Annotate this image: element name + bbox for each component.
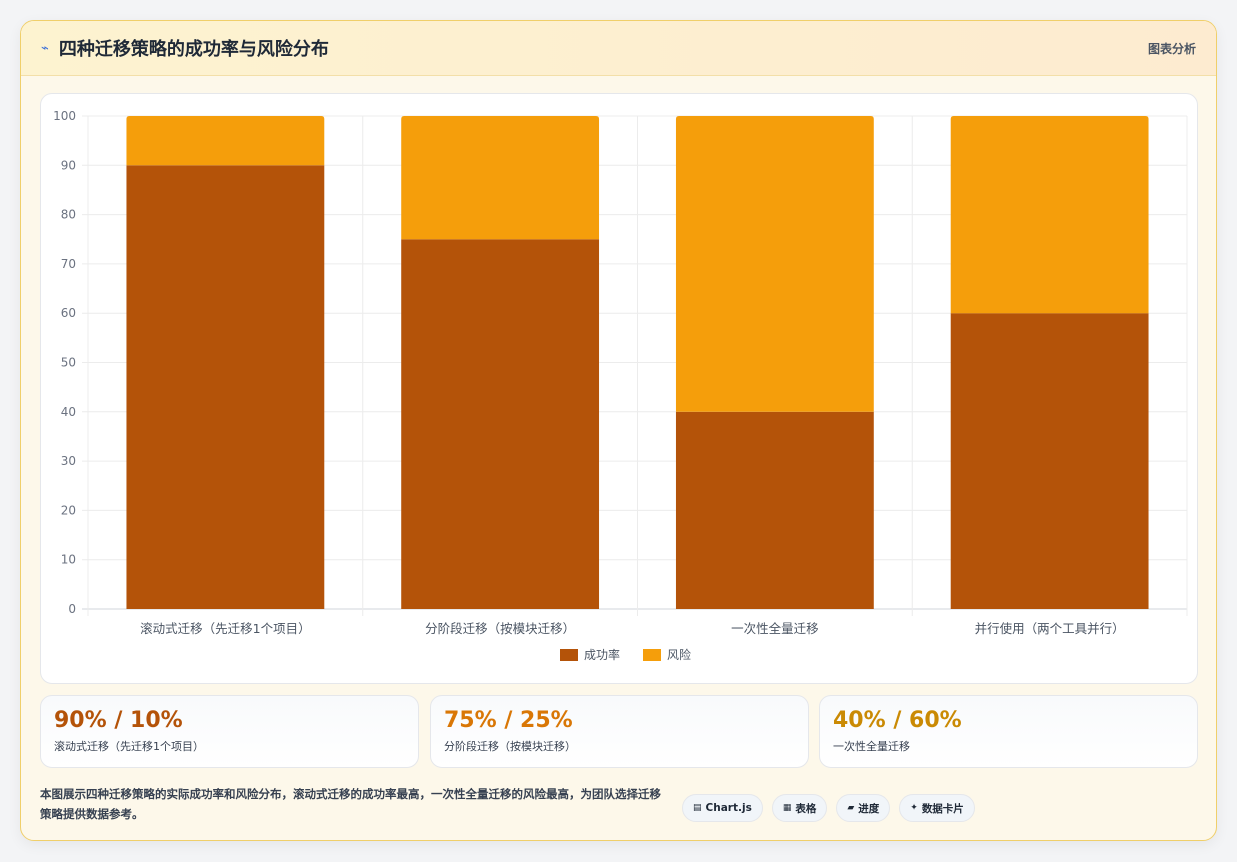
- bar-segment-risk: [126, 116, 325, 166]
- bar-segment-success: [126, 165, 325, 610]
- y-tick-label: 10: [61, 553, 76, 567]
- legend-label: 成功率: [584, 647, 620, 662]
- chip-label: Chart.js: [705, 802, 752, 814]
- x-tick-label: 滚动式迁移（先迁移1个项目）: [140, 621, 310, 636]
- stat-value: 90% / 10%: [54, 708, 183, 733]
- bar-segment-success: [401, 239, 600, 609]
- stat-value: 75% / 25%: [444, 708, 573, 733]
- legend-swatch: [560, 649, 578, 661]
- bar-segment-success: [950, 313, 1149, 609]
- header-tag: 图表分析: [1147, 41, 1196, 56]
- chip-chartjs[interactable]: ▤ Chart.js: [682, 794, 763, 822]
- y-tick-label: 50: [61, 356, 76, 370]
- chip-table[interactable]: ▦ 表格: [771, 794, 828, 822]
- y-tick-label: 40: [61, 405, 76, 419]
- y-tick-label: 100: [53, 109, 76, 123]
- chart-card: ⌁ 四种迁移策略的成功率与风险分布 图表分析 0 10 20 30 40 50 60 70 80…: [20, 20, 1217, 841]
- chip-label: 进度: [858, 802, 880, 815]
- chip-label: 表格: [795, 802, 817, 815]
- y-tick-label: 90: [61, 158, 76, 172]
- chart-icon: ▤: [693, 803, 702, 813]
- chip-progress[interactable]: ▰ 进度: [836, 794, 891, 822]
- stat-label: 一次性全量迁移: [833, 740, 910, 753]
- y-tick-label: 30: [61, 454, 76, 468]
- progress-icon: ▰: [847, 803, 855, 813]
- bar-segment-risk: [675, 116, 874, 412]
- legend-swatch: [643, 649, 661, 661]
- bar-segment-risk: [950, 116, 1149, 314]
- page-title: 四种迁移策略的成功率与风险分布: [58, 39, 329, 60]
- y-tick-label: 20: [61, 503, 76, 517]
- x-tick-label: 一次性全量迁移: [731, 621, 819, 636]
- y-tick-label: 60: [61, 306, 76, 320]
- y-tick-label: 80: [61, 208, 76, 222]
- bar-segment-risk: [401, 116, 600, 240]
- chart-description: 本图展示四种迁移策略的实际成功率和风险分布，滚动式迁移的成功率最高，一次性全量迁…: [40, 787, 661, 821]
- x-tick-label: 分阶段迁移（按模块迁移）: [425, 621, 575, 636]
- card-header: ⌁ 四种迁移策略的成功率与风险分布 图表分析: [21, 21, 1216, 76]
- stat-card-1: 90% / 10% 滚动式迁移（先迁移1个项目）: [40, 695, 419, 768]
- y-tick-label: 70: [61, 257, 76, 271]
- stat-label: 分阶段迁移（按模块迁移）: [444, 740, 576, 753]
- sparkle-icon: ✦: [910, 803, 918, 813]
- bar-segment-success: [675, 411, 874, 609]
- stat-value: 40% / 60%: [833, 708, 962, 733]
- chip-label: 数据卡片: [921, 802, 964, 815]
- y-tick-label: 0: [68, 602, 76, 616]
- legend-label: 风险: [667, 647, 691, 662]
- stat-label: 滚动式迁移（先迁移1个项目）: [54, 740, 204, 753]
- chart-line-icon: ⌁: [41, 40, 49, 56]
- stat-card-3: 40% / 60% 一次性全量迁移: [819, 695, 1198, 768]
- stacked-bar-chart: 0 10 20 30 40 50 60 70 80 90 100 滚动式迁移（先迁移1个项目） 分阶段迁…: [53, 109, 1188, 662]
- chart-panel: 0 10 20 30 40 50 60 70 80 90 100 滚动式迁移（先迁移1个项目） 分阶段迁…: [40, 93, 1198, 684]
- x-tick-label: 并行使用（两个工具并行）: [975, 621, 1125, 636]
- table-icon: ▦: [782, 803, 792, 813]
- stat-card-2: 75% / 25% 分阶段迁移（按模块迁移）: [430, 695, 809, 768]
- tech-chips: ▤ Chart.js ▦ 表格 ▰ 进度 ✦ 数据卡片: [682, 794, 975, 822]
- chip-data-cards[interactable]: ✦ 数据卡片: [899, 794, 975, 822]
